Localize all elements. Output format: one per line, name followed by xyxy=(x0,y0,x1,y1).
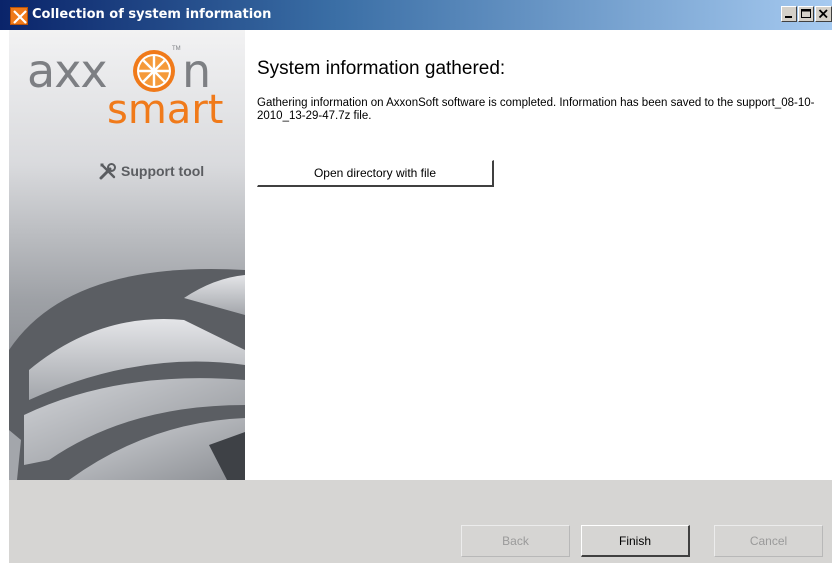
page-heading: System information gathered: xyxy=(257,58,506,79)
title-bar[interactable]: Collection of system information xyxy=(0,0,832,30)
cancel-button[interactable]: Cancel xyxy=(714,525,823,557)
completion-message: Gathering information on AxxonSoft softw… xyxy=(257,97,815,122)
wizard-footer: Back Finish Cancel xyxy=(9,480,832,563)
wizard-window: Collection of system information axx TM … xyxy=(0,0,832,563)
trademark-mark: TM xyxy=(172,46,181,52)
window-title: Collection of system information xyxy=(32,7,272,22)
app-icon[interactable] xyxy=(10,7,28,25)
wrench-screwdriver-icon xyxy=(99,162,117,180)
support-tool-text: Support tool xyxy=(121,163,205,179)
logo-text-smart: smart xyxy=(107,87,224,133)
finish-button[interactable]: Finish xyxy=(581,525,690,557)
logo-text-axx: axx xyxy=(27,44,108,98)
banner-orange-slice-art xyxy=(9,269,245,480)
close-button[interactable] xyxy=(815,6,832,22)
back-button[interactable]: Back xyxy=(461,525,570,557)
open-directory-button[interactable]: Open directory with file xyxy=(257,160,494,187)
wizard-banner: axx TM n smart Support tool xyxy=(9,30,245,480)
minimize-button[interactable] xyxy=(781,6,797,22)
maximize-button[interactable] xyxy=(798,6,814,22)
